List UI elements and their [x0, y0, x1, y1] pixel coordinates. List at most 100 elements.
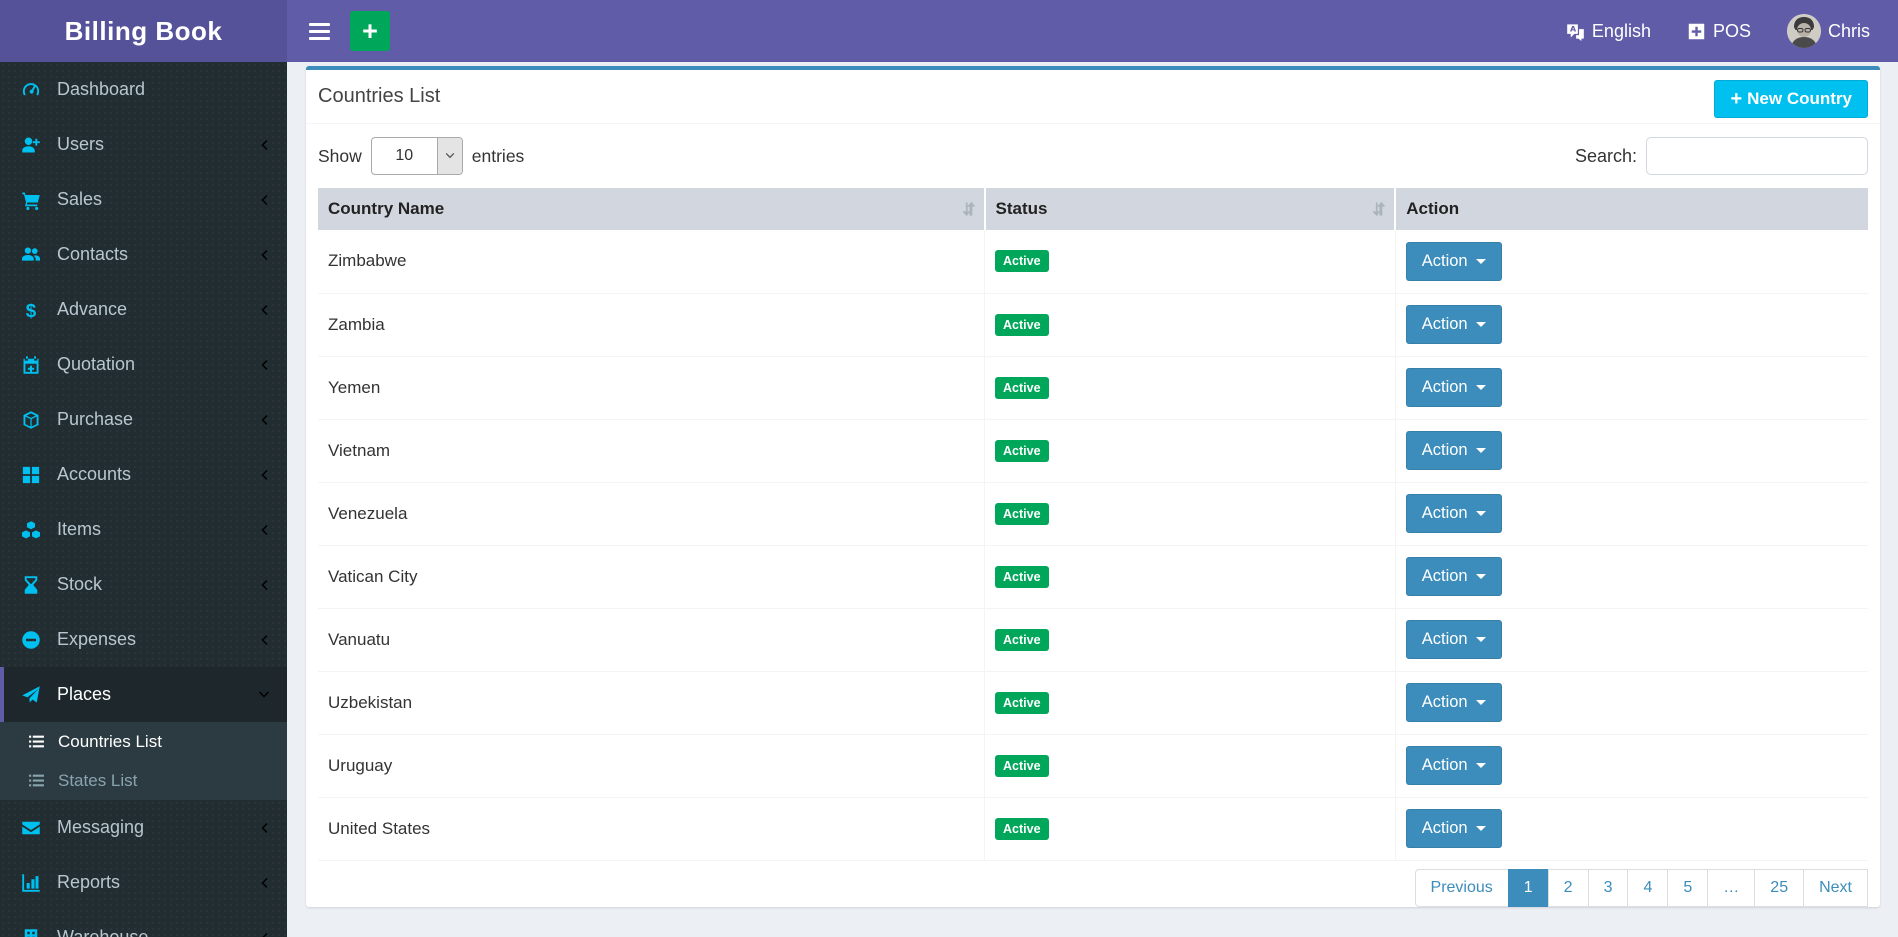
user-menu[interactable]: Chris [1786, 14, 1870, 48]
action-button[interactable]: Action [1405, 620, 1502, 659]
page-button-1[interactable]: 1 [1507, 868, 1549, 907]
page-button-3[interactable]: 3 [1587, 868, 1629, 907]
table-row: Uzbekistan Active Action [318, 671, 1868, 735]
sidebar-item-accounts[interactable]: Accounts [0, 447, 287, 502]
sidebar-item-places[interactable]: Places [0, 667, 287, 722]
language-label: English [1591, 20, 1651, 41]
sidebar-item-label: Places [57, 684, 112, 704]
sidebar-item-expenses[interactable]: Expenses [0, 612, 287, 667]
search-control: Search: [1575, 137, 1868, 175]
envelope-icon [20, 818, 42, 838]
calendar-plus-icon [20, 355, 42, 375]
angle-left-icon [257, 303, 271, 317]
sort-icon[interactable] [1369, 200, 1388, 219]
sidebar-item-purchase[interactable]: Purchase [0, 392, 287, 447]
gauge-icon [20, 80, 42, 100]
sidebar-item-advance[interactable]: $ Advance [0, 282, 287, 337]
country-name-cell: Yemen [318, 356, 985, 420]
new-country-button[interactable]: + New Country [1714, 80, 1868, 118]
paper-plane-icon [20, 685, 42, 705]
sidebar-item-reports[interactable]: Reports [0, 855, 287, 910]
entries-label: entries [471, 145, 525, 166]
sidebar-item-quotation[interactable]: Quotation [0, 337, 287, 392]
language-menu[interactable]: English [1566, 21, 1651, 42]
sidebar-item-warehouse[interactable]: Warehouse [0, 910, 287, 937]
column-header-status[interactable]: Status [983, 188, 1396, 230]
page-button-4[interactable]: 4 [1627, 868, 1669, 907]
action-button[interactable]: Action [1405, 431, 1502, 470]
table-row: Zimbabwe Active Action [318, 230, 1868, 294]
table-row: Vietnam Active Action [318, 419, 1868, 483]
table-toolbar: Show 10 entries Search: [306, 124, 1880, 188]
page-button-next[interactable]: Next [1803, 868, 1868, 907]
action-button[interactable]: Action [1405, 241, 1502, 281]
angle-left-icon [257, 358, 271, 372]
page-button-[interactable]: … [1707, 868, 1756, 907]
sidebar-item-label: Stock [57, 574, 103, 594]
main-content: Countries List View/Search Countries Hom… [287, 0, 1898, 907]
sidebar-item-stock[interactable]: Stock [0, 557, 287, 612]
sidebar-toggle-button[interactable] [305, 22, 334, 40]
caret-down-icon [1475, 511, 1486, 516]
caret-down-icon [1475, 637, 1486, 642]
sidebar-item-contacts[interactable]: Contacts [0, 227, 287, 282]
page-button-25[interactable]: 25 [1754, 868, 1805, 907]
hamburger-icon [309, 22, 330, 40]
caret-down-icon [1475, 322, 1486, 327]
action-button[interactable]: Action [1405, 746, 1502, 785]
sidebar-item-label: Reports [57, 872, 121, 892]
sidebar-item-dashboard[interactable]: Dashboard [0, 62, 287, 117]
sidebar-item-users[interactable]: Users [0, 117, 287, 172]
sidebar-item-states-list[interactable]: States List [0, 761, 287, 800]
app-logo[interactable]: Billing Book [0, 0, 287, 62]
table-row: Zambia Active Action [318, 293, 1868, 357]
users-icon [20, 245, 42, 265]
country-name-cell: Venezuela [318, 482, 985, 546]
navbar-left: + [287, 0, 390, 62]
country-name-cell: Zimbabwe [318, 230, 985, 294]
search-input[interactable] [1646, 137, 1868, 175]
sidebar-item-label: States List [58, 770, 138, 790]
status-badge: Active [995, 250, 1049, 273]
sidebar-item-countries-list[interactable]: Countries List [0, 722, 287, 761]
table-row: Yemen Active Action [318, 356, 1868, 420]
list-icon [26, 772, 46, 789]
sidebar-item-items[interactable]: Items [0, 502, 287, 557]
angle-left-icon [257, 578, 271, 592]
quick-add-button[interactable]: + [350, 11, 390, 51]
sort-icon[interactable] [959, 200, 978, 219]
action-button[interactable]: Action [1405, 809, 1502, 848]
sidebar-item-sales[interactable]: Sales [0, 172, 287, 227]
caret-down-icon [1475, 385, 1486, 390]
action-button[interactable]: Action [1405, 683, 1502, 722]
action-button[interactable]: Action [1405, 305, 1502, 344]
panel-header: Countries List + New Country [306, 70, 1880, 124]
caret-down-icon [1475, 700, 1486, 705]
panel-title: Countries List [318, 85, 441, 107]
countries-table: Country Name Status Action Zimbabwe Acti… [318, 188, 1868, 861]
action-button[interactable]: Action [1405, 368, 1502, 407]
angle-left-icon [257, 138, 271, 152]
page-button-previous[interactable]: Previous [1414, 868, 1509, 907]
angle-left-icon [257, 931, 271, 937]
table-row: United States Active Action [318, 797, 1868, 861]
sidebar-item-messaging[interactable]: Messaging [0, 800, 287, 855]
pos-button[interactable]: POS [1687, 21, 1751, 42]
column-header-country-name[interactable]: Country Name [318, 188, 985, 230]
action-button[interactable]: Action [1405, 557, 1502, 596]
search-label: Search: [1574, 145, 1637, 166]
page-button-2[interactable]: 2 [1547, 868, 1589, 907]
entries-select[interactable]: 10 [370, 137, 463, 175]
angle-left-icon [257, 248, 271, 262]
page-button-5[interactable]: 5 [1667, 868, 1709, 907]
sidebar-item-label: Accounts [57, 464, 132, 484]
action-button[interactable]: Action [1405, 494, 1502, 533]
caret-down-icon [1475, 258, 1486, 264]
status-badge: Active [995, 754, 1049, 777]
building-icon [20, 928, 42, 937]
caret-down-icon [1475, 763, 1486, 768]
sidebar-item-label: Messaging [57, 817, 145, 837]
language-icon [1566, 22, 1585, 41]
status-badge: Active [995, 817, 1049, 840]
entries-select-value: 10 [395, 147, 414, 164]
